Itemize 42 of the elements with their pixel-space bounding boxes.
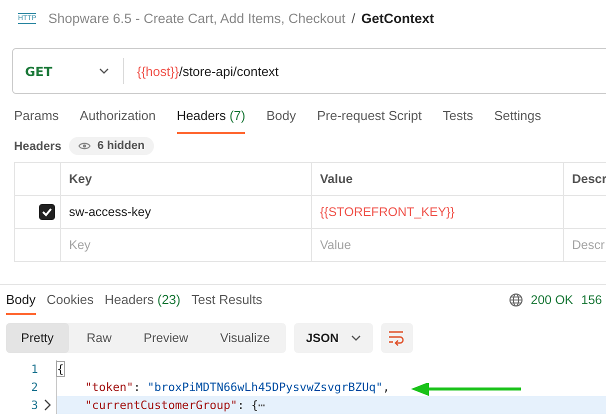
- tab[interactable]: Settings: [494, 98, 542, 134]
- line-number: 2: [30, 380, 39, 394]
- hidden-headers-toggle[interactable]: 6 hidden: [69, 137, 154, 155]
- tab[interactable]: Headers (7): [176, 98, 246, 134]
- view-mode-tab[interactable]: Pretty: [6, 323, 69, 353]
- wrap-lines-button[interactable]: [380, 323, 413, 353]
- breadcrumb-separator: /: [351, 10, 356, 26]
- format-dropdown[interactable]: JSON: [294, 323, 373, 353]
- tab[interactable]: Pre-request Script: [316, 98, 422, 134]
- method-dropdown[interactable]: GET: [13, 58, 124, 84]
- chevron-right-icon[interactable]: [44, 399, 51, 411]
- line-number: 1: [30, 362, 39, 376]
- tab[interactable]: Headers (23): [104, 285, 180, 315]
- tab[interactable]: Test Results: [192, 285, 262, 315]
- request-name: GetContext: [361, 10, 434, 26]
- table-cell: sw-access-key: [61, 196, 312, 228]
- eye-icon: [78, 141, 92, 151]
- chevron-down-icon: [99, 68, 109, 74]
- column-header: Key: [61, 163, 312, 195]
- section-title: Headers: [14, 139, 62, 153]
- view-mode-tab[interactable]: Visualize: [206, 323, 284, 353]
- code-line: {: [56, 360, 606, 378]
- url-field[interactable]: {{host}}/store-api/context: [124, 64, 279, 78]
- tab[interactable]: Cookies: [46, 285, 94, 315]
- column-header: Value: [312, 163, 564, 195]
- line-number: 3: [30, 398, 39, 412]
- collection-link[interactable]: Shopware 6.5 - Create Cart, Add Items, Checkout: [48, 10, 346, 26]
- status-code: 200 OK: [530, 293, 574, 307]
- tab[interactable]: Body: [6, 285, 36, 315]
- view-mode-tab[interactable]: Raw: [72, 323, 126, 353]
- wrap-icon: [388, 330, 406, 346]
- checkmark-icon: [41, 206, 53, 218]
- tab[interactable]: Params: [14, 98, 59, 134]
- response-time: 156: [581, 293, 602, 307]
- tab[interactable]: Tests: [442, 98, 474, 134]
- table-cell: {{STOREFRONT_KEY}}: [312, 196, 564, 228]
- globe-icon[interactable]: [508, 293, 523, 307]
- tab[interactable]: Body: [266, 98, 296, 134]
- chevron-down-icon: [350, 335, 361, 341]
- view-mode-tab[interactable]: Preview: [130, 323, 202, 353]
- checkbox[interactable]: [39, 204, 55, 220]
- tab[interactable]: Authorization: [80, 98, 156, 134]
